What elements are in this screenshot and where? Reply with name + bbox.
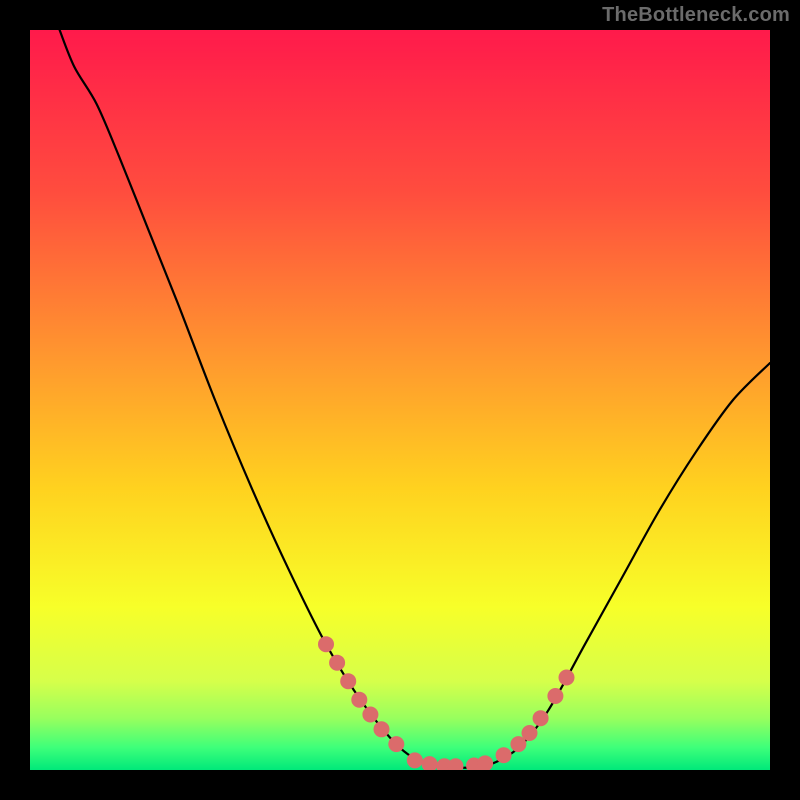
highlight-dot [318,636,334,652]
highlight-dot [340,673,356,689]
highlight-dot [351,692,367,708]
highlight-dot [496,747,512,763]
highlight-dot [374,721,390,737]
highlight-dot [388,736,404,752]
bottleneck-plot [30,30,770,770]
highlight-dot [522,725,538,741]
chart-stage: TheBottleneck.com [0,0,800,800]
highlight-dot [547,688,563,704]
highlight-dot [533,710,549,726]
plot-background [30,30,770,770]
highlight-dot [329,655,345,671]
highlight-dot [362,707,378,723]
watermark-text: TheBottleneck.com [602,4,790,27]
highlight-dot [407,752,423,768]
highlight-dot [559,670,575,686]
